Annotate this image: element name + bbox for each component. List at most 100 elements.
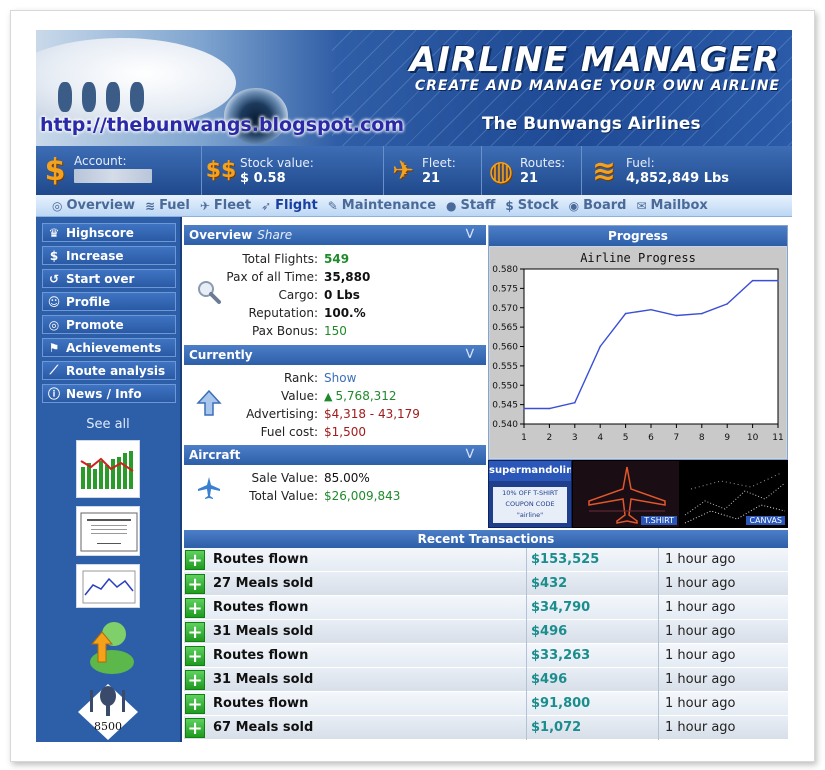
sidebar-item-profile[interactable]: ☺ Profile <box>42 292 176 311</box>
transactions-header: Recent Transactions <box>184 530 788 548</box>
nav-staff[interactable]: ● Staff <box>446 198 495 213</box>
data-point <box>599 345 601 348</box>
plus-icon[interactable]: + <box>185 597 205 618</box>
row-key: Total Flights: <box>242 252 318 266</box>
stat-fleet-value: 21 <box>422 170 441 186</box>
transaction-time: 1 hour ago <box>665 647 736 663</box>
plus-icon[interactable]: + <box>185 645 205 666</box>
ad-supermandolini-coupon[interactable]: supermandolini 10% OFF T-SHIRT COUPON CO… <box>488 460 572 528</box>
achievement-badge-graph[interactable] <box>76 564 140 608</box>
info-icon: ⓘ <box>47 387 60 401</box>
sidebar-item-start-over[interactable]: ↺ Start over <box>42 269 176 288</box>
currently-row-fuel-cost: Fuel cost: $1,500 <box>184 423 486 441</box>
table-row: +67 Meals sold $1,072 1 hour ago <box>184 715 788 740</box>
stats-bar: $ Account: $$ Stock value: $ 0.58 ✈ Flee… <box>36 146 792 195</box>
nav-overview[interactable]: ◎ Overview <box>52 198 135 213</box>
plus-icon[interactable]: + <box>185 693 205 714</box>
data-point <box>701 312 703 315</box>
stat-account: $ Account: <box>36 146 202 195</box>
nav-label: Staff <box>460 198 496 213</box>
globe-icon: ◍ <box>488 154 514 187</box>
aircraft-panel-body: Sale Value: 85.00% Total Value: $26,009,84… <box>184 465 486 529</box>
magnifier-icon <box>198 281 221 304</box>
staff-icon: ● <box>446 198 457 213</box>
sidebar-item-label: News / Info <box>66 386 142 401</box>
y-tick-label: 0.545 <box>492 401 518 411</box>
achievement-badge-chart[interactable] <box>76 440 140 498</box>
plus-icon[interactable]: + <box>185 573 205 594</box>
collapse-chevron-icon[interactable]: ⋁ <box>466 448 474 459</box>
row-value: 549 <box>324 252 350 266</box>
ad-coupon-line2: COUPON CODE <box>505 500 555 508</box>
plus-icon[interactable]: + <box>185 669 205 690</box>
stat-fuel-label: Fuel: <box>626 155 655 170</box>
nav-maintenance[interactable]: ✎ Maintenance <box>328 198 436 213</box>
nav-fleet[interactable]: ✈ Fleet <box>200 198 251 213</box>
ad-canvas[interactable]: CANVAS <box>680 460 788 528</box>
sidebar-item-label: Promote <box>66 317 124 332</box>
transaction-description: 31 Meals sold <box>205 667 527 692</box>
sidebar-item-promote[interactable]: ◎ Promote <box>42 315 176 334</box>
row-value: $4,318 - 43,179 <box>324 407 420 421</box>
airplane-window <box>130 82 144 112</box>
nav-mailbox[interactable]: ✉ Mailbox <box>636 198 707 213</box>
overview-row-reputation: Reputation: 100.% <box>184 304 486 322</box>
game-logo-title: AIRLINE MANAGER <box>409 40 780 80</box>
transaction-time: 1 hour ago <box>665 599 736 615</box>
row-value: 5,768,312 <box>335 389 397 403</box>
x-tick-label: 8 <box>699 433 705 443</box>
transaction-description: Routes flown <box>205 595 527 620</box>
y-tick-label: 0.575 <box>492 284 518 294</box>
blog-url-watermark: http://thebunwangs.blogspot.com <box>40 114 405 136</box>
overview-row-pax: Pax of all Time: 35,880 <box>184 268 486 286</box>
blurred-account-value <box>74 169 152 183</box>
collapse-chevron-icon[interactable]: ⋁ <box>466 228 474 239</box>
sidebar-item-news-info[interactable]: ⓘ News / Info <box>42 384 176 403</box>
achievement-badge-meals-8500[interactable]: 8500 <box>76 682 140 740</box>
nav-flight[interactable]: ➶ Flight <box>261 198 318 213</box>
achievement-badge-user-up[interactable] <box>76 616 140 674</box>
sidebar-item-increase[interactable]: $ Increase <box>42 246 176 265</box>
header-banner: AIRLINE MANAGER CREATE AND MANAGE YOUR O… <box>36 30 792 146</box>
stock-dollars-icon: $$ <box>205 158 237 183</box>
nav-board[interactable]: ◉ Board <box>569 198 627 213</box>
collapse-chevron-icon[interactable]: ⋁ <box>466 348 474 359</box>
row-value: 100.% <box>324 306 366 320</box>
row-value: $1,500 <box>324 425 366 439</box>
share-link[interactable]: Share <box>257 228 292 242</box>
plus-icon[interactable]: + <box>185 621 205 642</box>
y-tick-label: 0.570 <box>492 304 518 314</box>
nav-fuel[interactable]: ≋ Fuel <box>145 198 190 213</box>
stat-stock-label: Stock value: <box>240 155 314 170</box>
achievement-badge-certificate[interactable] <box>76 506 140 556</box>
stat-stock-value-text: $ 0.58 <box>240 170 286 186</box>
table-row: +31 Meals sold $496 1 hour ago <box>184 619 788 644</box>
fleet-icon: ✈ <box>199 198 210 213</box>
sidebar-item-highscore[interactable]: ♛ Highscore <box>42 223 176 242</box>
stat-fleet: ✈ Fleet: 21 <box>384 146 482 195</box>
airline-name: The Bunwangs Airlines <box>482 114 701 134</box>
currently-row-advertising: Advertising: $4,318 - 43,179 <box>184 405 486 423</box>
sidebar-item-achievements[interactable]: ⚑ Achievements <box>42 338 176 357</box>
see-all-achievements-link[interactable]: See all <box>36 417 180 432</box>
chart-title: Airline Progress <box>580 251 696 265</box>
sidebar-item-label: Profile <box>66 294 111 309</box>
stat-routes-label: Routes: <box>520 155 566 170</box>
transaction-description: Routes flown <box>205 643 527 668</box>
y-tick-label: 0.560 <box>492 343 518 353</box>
nav-label: Flight <box>275 198 318 213</box>
transaction-description: 27 Meals sold <box>205 571 527 596</box>
dollar-icon: $ <box>44 153 66 188</box>
aircraft-row-sale-value: Sale Value: 85.00% <box>184 469 486 487</box>
ad-tshirt[interactable]: T.SHIRT <box>572 460 680 528</box>
aircraft-panel-header: Aircraft ⋁ <box>184 445 486 465</box>
plus-icon[interactable]: + <box>185 549 205 570</box>
nav-stock[interactable]: $ Stock <box>505 198 558 213</box>
table-row: + Routes flown $33,263 1 hour ago <box>184 643 788 668</box>
x-tick-label: 11 <box>772 433 783 443</box>
plus-icon[interactable]: + <box>185 717 205 738</box>
sidebar-item-route-analysis[interactable]: ⟋ Route analysis <box>42 361 176 380</box>
data-point <box>777 279 779 282</box>
rank-show-link[interactable]: Show <box>324 371 356 385</box>
x-tick-label: 9 <box>724 433 730 443</box>
